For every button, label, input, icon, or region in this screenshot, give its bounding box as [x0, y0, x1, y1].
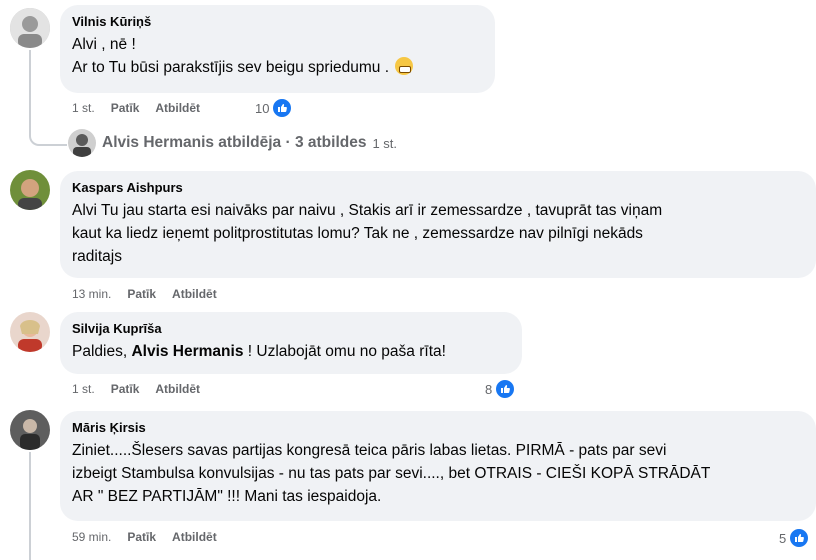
reply-link[interactable]: Atbildēt: [172, 287, 217, 301]
mention-link[interactable]: Alvis Hermanis: [131, 343, 243, 360]
comment-bubble: Vilnis Kūriņš Alvi , nē ! Ar to Tu būsi …: [60, 5, 495, 93]
avatar-image: [10, 312, 50, 352]
avatar: [68, 129, 96, 157]
comment-line: Ar to Tu būsi parakstījis sev beigu spri…: [72, 56, 483, 79]
like-link[interactable]: Patīk: [127, 287, 156, 301]
reaction-number: 5: [779, 530, 787, 546]
reply-link[interactable]: Atbildēt: [172, 530, 217, 544]
comment-text-prefix: Paldies,: [72, 343, 132, 360]
like-icon: [788, 527, 811, 549]
reply-author: Alvis Hermanis atbildēja: [102, 134, 282, 151]
comment-line: izbeigt Stambulsa konvulsijas - nu tas p…: [72, 465, 711, 482]
like-link[interactable]: Patīk: [111, 101, 140, 115]
comment-text-suffix: ! Uzlabojāt omu no paša rīta!: [243, 343, 446, 360]
comment-text: Alvi Tu jau starta esi naivāks par naivu…: [72, 199, 804, 268]
reply-link[interactable]: Atbildēt: [155, 101, 200, 115]
comment-line: AR " BEZ PARTIJĀM" !!! Mani tas iespaido…: [72, 488, 382, 505]
comment-line-text: Ar to Tu būsi parakstījis sev beigu spri…: [72, 59, 390, 76]
like-icon: [494, 378, 517, 400]
replies-link[interactable]: Alvis Hermanis atbildēja · 3 atbildes: [102, 134, 366, 152]
comment-text: Ziniet.....Šlesers savas partijas kongre…: [72, 439, 804, 508]
comment-text: Paldies, Alvis Hermanis ! Uzlabojāt omu …: [72, 340, 510, 363]
comment-line: Ziniet.....Šlesers savas partijas kongre…: [72, 442, 667, 459]
comment-line: Alvi , nē !: [72, 36, 136, 53]
comment-time[interactable]: 59 min.: [72, 530, 111, 544]
thread-line: [29, 50, 31, 130]
avatar-image: [10, 410, 50, 450]
comment-bubble: Māris Ķirsis Ziniet.....Šlesers savas pa…: [60, 411, 816, 521]
reply-link[interactable]: Atbildēt: [155, 382, 200, 396]
avatar[interactable]: [10, 8, 50, 48]
avatar-image: [10, 8, 50, 48]
like-icon: [271, 97, 294, 119]
reaction-number: 8: [485, 381, 493, 397]
reaction-number: 10: [255, 100, 270, 116]
comment-meta: 1 st. Patīk Atbildēt: [72, 381, 216, 397]
comment-time[interactable]: 13 min.: [72, 287, 111, 301]
avatar-image: [10, 170, 50, 210]
comment-line: kaut ka liedz ieņemt politprostitutas lo…: [72, 225, 643, 242]
avatar-image: [68, 129, 96, 157]
comment-bubble: Silvija Kuprīša Paldies, Alvis Hermanis …: [60, 312, 522, 374]
grimacing-emoji-icon: [395, 57, 414, 75]
like-link[interactable]: Patīk: [127, 530, 156, 544]
avatar[interactable]: [10, 170, 50, 210]
reply-count: 3 atbildes: [294, 134, 367, 151]
comment-meta: 59 min. Patīk Atbildēt: [72, 529, 233, 545]
comment-text: Alvi , nē ! Ar to Tu būsi parakstījis se…: [72, 33, 483, 79]
thread-connector: [29, 122, 67, 146]
reply-time[interactable]: 1 st.: [372, 136, 397, 151]
view-replies[interactable]: Alvis Hermanis atbildēja · 3 atbildes 1 …: [68, 129, 397, 157]
comment-time[interactable]: 1 st.: [72, 382, 95, 396]
comment-time[interactable]: 1 st.: [72, 101, 95, 115]
comment-author[interactable]: Kaspars Aishpurs: [72, 179, 804, 196]
reply-separator: ·: [281, 134, 295, 151]
reaction-count[interactable]: 10: [255, 97, 294, 119]
thread-line: [29, 452, 31, 560]
comment-meta: 13 min. Patīk Atbildēt: [72, 286, 233, 302]
comment-author[interactable]: Vilnis Kūriņš: [72, 13, 483, 30]
like-link[interactable]: Patīk: [111, 382, 140, 396]
comment-meta: 1 st. Patīk Atbildēt: [72, 100, 216, 116]
reaction-count[interactable]: 8: [485, 378, 517, 400]
avatar[interactable]: [10, 410, 50, 450]
avatar[interactable]: [10, 312, 50, 352]
comment-line: raditajs: [72, 248, 122, 265]
comment-line: Alvi Tu jau starta esi naivāks par naivu…: [72, 202, 663, 219]
reaction-count[interactable]: 5: [779, 527, 811, 549]
comment-author[interactable]: Māris Ķirsis: [72, 419, 804, 436]
comment-author[interactable]: Silvija Kuprīša: [72, 320, 510, 337]
comment-bubble: Kaspars Aishpurs Alvi Tu jau starta esi …: [60, 171, 816, 278]
